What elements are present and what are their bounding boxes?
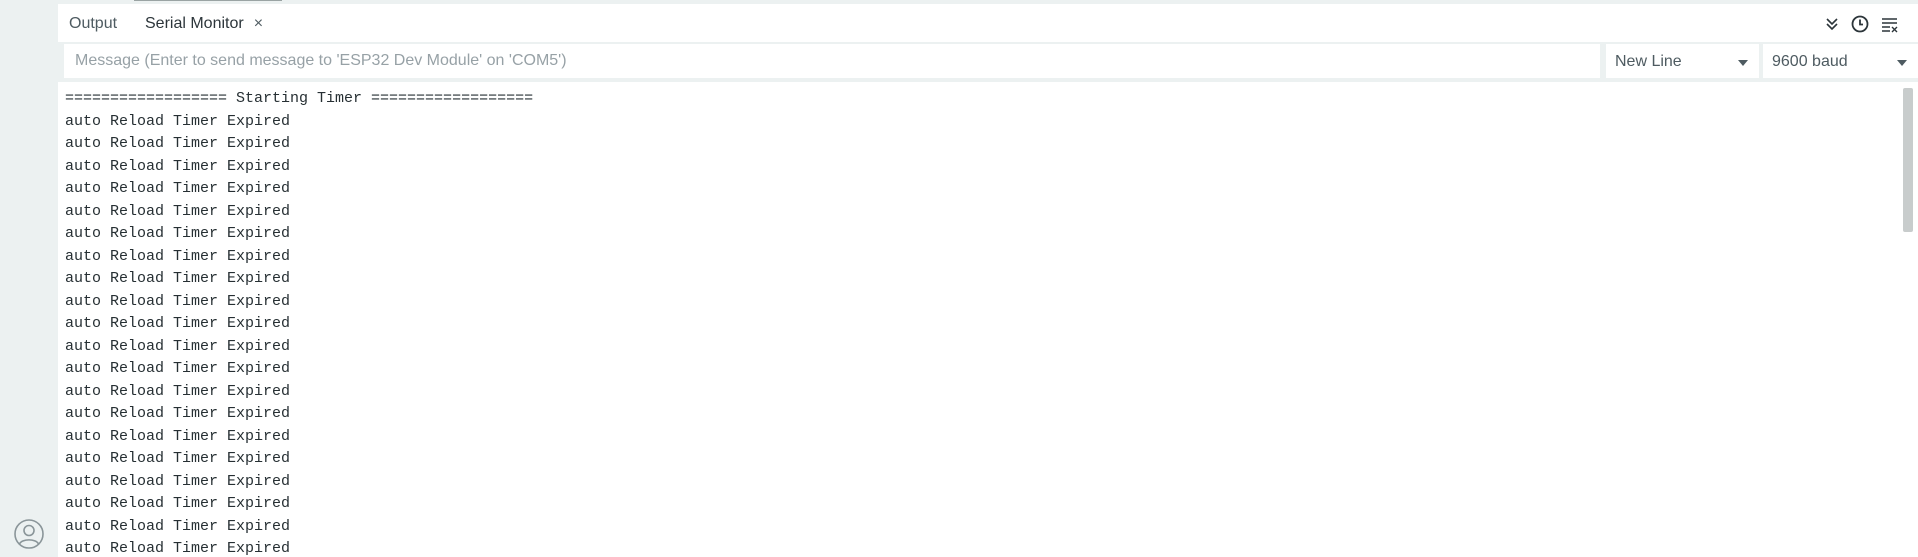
chevron-down-icon	[1897, 60, 1907, 66]
scrollbar[interactable]	[1900, 82, 1918, 557]
log-line: auto Reload Timer Expired	[65, 517, 291, 535]
tab-serial-monitor-label: Serial Monitor	[145, 15, 244, 32]
log-line: auto Reload Timer Expired	[65, 382, 291, 400]
log-line: auto Reload Timer Expired	[65, 360, 291, 377]
serial-log: ================== Starting Timer ======…	[65, 88, 533, 557]
log-line: auto Reload Timer Expired	[65, 135, 291, 152]
serial-output[interactable]: ================== Starting Timer ======…	[58, 82, 1918, 557]
log-line: auto Reload Timer Expired	[65, 247, 291, 265]
log-line: auto Reload Timer Expired	[65, 270, 291, 287]
tab-output[interactable]: Output	[69, 15, 117, 33]
close-icon[interactable]: ×	[254, 15, 263, 33]
log-line: auto Reload Timer Expired	[65, 112, 291, 130]
line-ending-value: New Line	[1615, 53, 1682, 70]
line-ending-select[interactable]: New Line	[1606, 44, 1759, 78]
chevron-down-icon	[1738, 60, 1748, 66]
tab-serial-monitor[interactable]: Serial Monitor ×	[145, 15, 263, 33]
editor-scroll-mark	[134, 0, 282, 1]
serial-monitor-panel: Output Serial Monitor × New Line 9600 bau…	[58, 0, 1918, 557]
log-line: auto Reload Timer Expired	[65, 540, 291, 557]
log-line: ================== Starting Timer ======…	[65, 90, 534, 107]
log-line: auto Reload Timer Expired	[65, 180, 291, 197]
log-line: auto Reload Timer Expired	[65, 292, 291, 310]
activity-bar	[0, 0, 58, 557]
message-input[interactable]	[64, 44, 1600, 78]
baud-rate-select[interactable]: 9600 baud	[1763, 44, 1918, 78]
scrollbar-thumb[interactable]	[1903, 88, 1913, 232]
log-line: auto Reload Timer Expired	[65, 157, 291, 175]
log-line: auto Reload Timer Expired	[65, 315, 291, 332]
clear-output-icon[interactable]	[1880, 14, 1900, 34]
log-line: auto Reload Timer Expired	[65, 202, 291, 220]
baud-rate-value: 9600 baud	[1772, 53, 1848, 70]
account-icon[interactable]	[13, 518, 45, 550]
log-line: auto Reload Timer Expired	[65, 495, 291, 512]
log-line: auto Reload Timer Expired	[65, 450, 291, 467]
panel-tab-bar: Output Serial Monitor ×	[58, 4, 1918, 42]
message-bar: New Line 9600 baud	[58, 42, 1918, 82]
log-line: auto Reload Timer Expired	[65, 337, 291, 355]
log-line: auto Reload Timer Expired	[65, 472, 291, 490]
log-line: auto Reload Timer Expired	[65, 225, 291, 242]
log-line: auto Reload Timer Expired	[65, 405, 291, 422]
timestamp-clock-icon[interactable]	[1850, 14, 1870, 34]
toggle-autoscroll-icon[interactable]	[1822, 14, 1842, 34]
log-line: auto Reload Timer Expired	[65, 427, 291, 445]
